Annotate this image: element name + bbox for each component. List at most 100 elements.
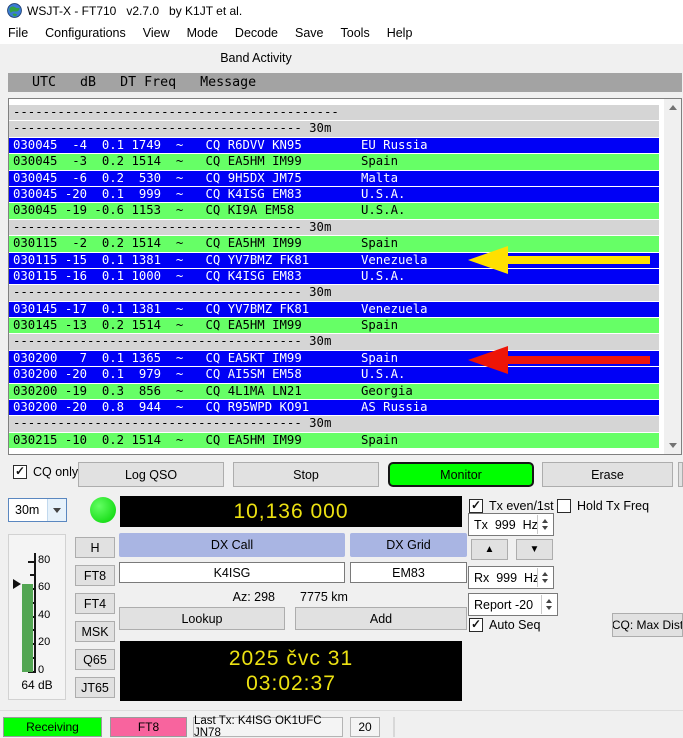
cq-max-dist-button[interactable]: CQ: Max Dist bbox=[612, 613, 683, 637]
spinner-arrows-icon[interactable] bbox=[537, 515, 552, 534]
scroll-up-icon[interactable] bbox=[664, 99, 681, 116]
decode-row[interactable]: 030200 -19 0.3 856 ~ CQ 4L1MA LN21 Georg… bbox=[9, 384, 659, 399]
decode-row[interactable]: 030045 -6 0.2 530 ~ CQ 9H5DX JM75 Malta bbox=[9, 171, 659, 186]
decode-row[interactable]: 030045 -19 -0.6 1153 ~ CQ KI9A EM58 U.S.… bbox=[9, 203, 659, 218]
decode-separator-row: ----------------------------------------… bbox=[9, 105, 659, 120]
spinner-arrows-icon[interactable] bbox=[541, 595, 556, 614]
cq-only-checkbox-box[interactable]: ✓ bbox=[13, 465, 27, 479]
status-divider bbox=[393, 717, 395, 737]
band-activity-title: Band Activity bbox=[186, 51, 326, 65]
erase-button[interactable]: Erase bbox=[542, 462, 673, 487]
band-select-value: 30m bbox=[15, 503, 39, 517]
log-qso-button[interactable]: Log QSO bbox=[78, 462, 224, 487]
meter-tick-60: 60 bbox=[38, 581, 50, 593]
receive-status-lamp bbox=[90, 497, 116, 523]
dx-call-input[interactable]: K4ISG bbox=[119, 562, 345, 583]
add-button[interactable]: Add bbox=[295, 607, 467, 630]
hold-tx-checkbox-box[interactable] bbox=[557, 499, 571, 513]
decode-row[interactable]: 030045 -20 0.1 999 ~ CQ K4ISG EM83 U.S.A… bbox=[9, 187, 659, 202]
auto-seq-checkbox[interactable]: ✓ Auto Seq bbox=[469, 618, 540, 632]
mode-button-jt65[interactable]: JT65 bbox=[75, 677, 115, 698]
status-bar: Receiving FT8 Last Tx: K4ISG OK1UFC JN78… bbox=[0, 710, 683, 738]
hold-tx-label: Hold Tx Freq bbox=[577, 499, 649, 513]
decode-scrollbar[interactable] bbox=[664, 99, 681, 454]
mode-button-ft4[interactable]: FT4 bbox=[75, 593, 115, 614]
signal-meter: 80 60 40 20 0 64 dB bbox=[8, 534, 66, 700]
monitor-button[interactable]: Monitor bbox=[388, 462, 534, 487]
mode-button-h[interactable]: H bbox=[75, 537, 115, 558]
wsjtx-window: WSJT-X - FT710 v2.7.0 by K1JT et al. Fil… bbox=[0, 0, 683, 738]
meter-level-bar bbox=[22, 584, 33, 672]
mode-button-q65[interactable]: Q65 bbox=[75, 649, 115, 670]
dx-grid-header[interactable]: DX Grid bbox=[350, 533, 467, 557]
status-receiving-badge: Receiving bbox=[3, 717, 102, 737]
date-time-display: 2025 čvc 31 03:02:37 bbox=[120, 641, 462, 701]
tx-offset-spinner[interactable]: Tx 999 Hz bbox=[468, 513, 554, 536]
decode-row[interactable]: 030145 -13 0.2 1514 ~ CQ EA5HM IM99 Spai… bbox=[9, 318, 659, 333]
report-spinner[interactable]: Report -20 bbox=[468, 593, 558, 616]
meter-tick-40: 40 bbox=[38, 609, 50, 621]
decode-row[interactable]: 030115 -15 0.1 1381 ~ CQ YV7BMZ FK81 Ven… bbox=[9, 253, 659, 268]
chevron-down-icon[interactable] bbox=[47, 499, 66, 521]
decode-separator-row: --------------------------------------- … bbox=[9, 285, 659, 300]
menu-decode[interactable]: Decode bbox=[235, 26, 278, 40]
decode-row[interactable]: 030045 -3 0.2 1514 ~ CQ EA5HM IM99 Spain bbox=[9, 154, 659, 169]
freq-up-button[interactable]: ▲ bbox=[471, 539, 508, 560]
freq-down-button[interactable]: ▼ bbox=[516, 539, 553, 560]
cq-only-checkbox[interactable]: ✓ CQ only bbox=[13, 465, 78, 479]
menu-configurations[interactable]: Configurations bbox=[45, 26, 126, 40]
tx-even-checkbox-box[interactable]: ✓ bbox=[469, 499, 483, 513]
menu-view[interactable]: View bbox=[143, 26, 170, 40]
decode-row[interactable]: 030045 -4 0.1 1749 ~ CQ R6DVV KN95 EU Ru… bbox=[9, 138, 659, 153]
frequency-display: 10,136 000 bbox=[120, 496, 462, 527]
decode-row[interactable]: 030145 -17 0.1 1381 ~ CQ YV7BMZ FK81 Ven… bbox=[9, 302, 659, 317]
decode-separator-row: --------------------------------------- … bbox=[9, 121, 659, 136]
dx-grid-input[interactable]: EM83 bbox=[350, 562, 467, 583]
decode-row[interactable]: 030200 7 0.1 1365 ~ CQ EA5KT IM99 Spain bbox=[9, 351, 659, 366]
decode-row[interactable]: 030115 -2 0.2 1514 ~ CQ EA5HM IM99 Spain bbox=[9, 236, 659, 251]
menu-help[interactable]: Help bbox=[387, 26, 413, 40]
report-value: Report -20 bbox=[474, 598, 533, 612]
dx-call-header[interactable]: DX Call bbox=[119, 533, 345, 557]
lookup-button[interactable]: Lookup bbox=[119, 607, 285, 630]
meter-level-label: 64 dB bbox=[9, 678, 65, 692]
band-activity-panel: ----------------------------------------… bbox=[8, 98, 682, 455]
window-title: WSJT-X - FT710 v2.7.0 by K1JT et al. bbox=[27, 4, 242, 18]
rx-offset-spinner[interactable]: Rx 999 Hz bbox=[468, 566, 554, 589]
spinner-arrows-icon[interactable] bbox=[537, 568, 552, 587]
meter-axis bbox=[34, 553, 36, 673]
meter-tick-80: 80 bbox=[38, 554, 50, 566]
decode-row[interactable]: 030115 -16 0.1 1000 ~ CQ K4ISG EM83 U.S.… bbox=[9, 269, 659, 284]
scroll-down-icon[interactable] bbox=[664, 437, 681, 454]
menu-mode[interactable]: Mode bbox=[187, 26, 218, 40]
check-icon: ✓ bbox=[471, 617, 481, 631]
check-icon: ✓ bbox=[471, 498, 481, 512]
band-select[interactable]: 30m bbox=[8, 498, 67, 522]
hold-tx-freq-checkbox[interactable]: Hold Tx Freq bbox=[557, 499, 649, 513]
auto-seq-checkbox-box[interactable]: ✓ bbox=[469, 618, 483, 632]
mode-button-msk[interactable]: MSK bbox=[75, 621, 115, 642]
app-globe-icon bbox=[7, 3, 22, 18]
menu-bar: File Configurations View Mode Decode Save Tool… bbox=[0, 21, 683, 44]
title-bar: WSJT-X - FT710 v2.7.0 by K1JT et al. bbox=[0, 0, 683, 21]
clipped-button-sliver[interactable] bbox=[678, 462, 683, 487]
decode-row[interactable]: 030200 -20 0.1 979 ~ CQ AI5SM EM58 U.S.A… bbox=[9, 367, 659, 382]
decode-separator-row: --------------------------------------- … bbox=[9, 334, 659, 349]
status-mode-badge: FT8 bbox=[110, 717, 187, 737]
menu-tools[interactable]: Tools bbox=[341, 26, 370, 40]
status-last-tx: Last Tx: K4ISG OK1UFC JN78 bbox=[193, 717, 343, 737]
decode-row[interactable]: 030200 -20 0.8 944 ~ CQ R95WPD KO91 AS R… bbox=[9, 400, 659, 415]
meter-tick-20: 20 bbox=[38, 636, 50, 648]
decode-list[interactable]: ----------------------------------------… bbox=[9, 105, 659, 449]
menu-save[interactable]: Save bbox=[295, 26, 324, 40]
tx-even-label: Tx even/1st bbox=[489, 499, 554, 513]
stop-button[interactable]: Stop bbox=[233, 462, 379, 487]
decode-row[interactable]: 030215 -10 0.2 1514 ~ CQ EA5HM IM99 Spai… bbox=[9, 433, 659, 448]
auto-seq-label: Auto Seq bbox=[489, 618, 540, 632]
date-label: 2025 čvc 31 bbox=[229, 646, 353, 671]
tx-even-checkbox[interactable]: ✓ Tx even/1st bbox=[469, 499, 554, 513]
menu-file[interactable]: File bbox=[8, 26, 28, 40]
mode-button-ft8[interactable]: FT8 bbox=[75, 565, 115, 586]
cq-only-label: CQ only bbox=[33, 465, 78, 479]
distance-label: 7775 km bbox=[300, 590, 348, 604]
